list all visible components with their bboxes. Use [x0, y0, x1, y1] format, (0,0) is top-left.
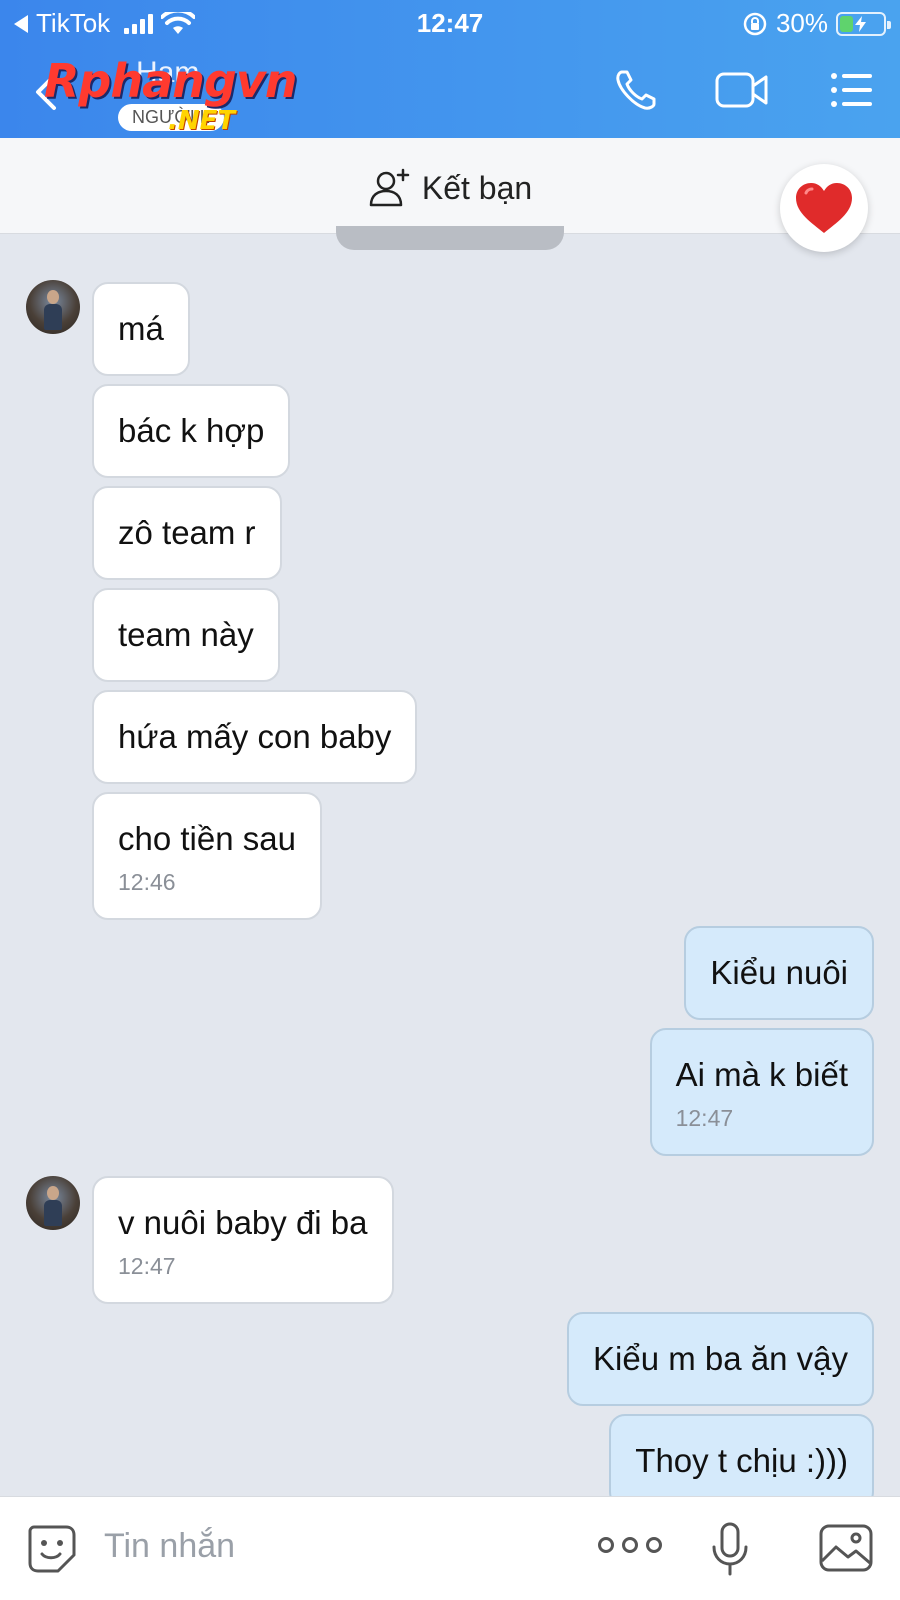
phone-icon[interactable] [612, 66, 660, 114]
message-bubble[interactable]: bác k hợp [92, 384, 291, 478]
watermark-brand: Rphangvn [44, 54, 298, 108]
message-bubble[interactable]: v nuôi baby đi ba 12:47 [92, 1176, 394, 1304]
message-text: Thoy t chịu :))) [635, 1442, 848, 1479]
message-text: Kiểu m ba ăn vậy [593, 1340, 848, 1377]
charging-bolt-icon [855, 15, 866, 32]
battery-percent: 30% [775, 8, 828, 38]
message-bubble[interactable]: cho tiền sau 12:46 [92, 792, 322, 920]
add-friend-button[interactable]: Kết bạn [0, 168, 900, 208]
message-input[interactable]: Tin nhắn [104, 1527, 235, 1566]
message-bubble[interactable]: Kiểu nuôi [684, 926, 874, 1020]
add-friend-bar[interactable]: Kết bạn [0, 138, 900, 234]
message-text: Ai mà k biết [675, 1056, 848, 1093]
message-text: má [118, 310, 164, 347]
message-bubble[interactable]: zô team r [92, 486, 282, 580]
date-divider [336, 226, 564, 250]
video-call-icon[interactable] [714, 66, 770, 114]
battery-icon [836, 11, 891, 36]
message-text: Kiểu nuôi [710, 954, 848, 991]
watermark-suffix: .NET [168, 106, 236, 136]
message-time: 12:47 [675, 1105, 734, 1131]
avatar[interactable] [26, 1176, 80, 1230]
sticker-icon[interactable] [26, 1523, 78, 1575]
chat-header: TikTok 12:47 30% Ham NGƯỜI L Rphangvn .N… [0, 0, 900, 138]
message-bubble[interactable]: Kiểu m ba ăn vậy [567, 1312, 874, 1406]
message-text: zô team r [118, 514, 256, 551]
message-text: team này [118, 616, 254, 653]
heart-icon [796, 183, 852, 233]
message-text: bác k hợp [118, 412, 265, 449]
more-icon[interactable] [598, 1537, 662, 1553]
status-right: 30% [742, 8, 891, 39]
avatar[interactable] [26, 280, 80, 334]
menu-list-icon[interactable] [828, 66, 876, 114]
add-friend-icon [369, 168, 410, 207]
message-bubble[interactable]: má [92, 282, 190, 376]
message-text: hứa mấy con baby [118, 718, 392, 755]
message-bubble[interactable]: Ai mà k biết 12:47 [649, 1028, 874, 1156]
image-icon[interactable] [818, 1523, 874, 1573]
add-friend-label: Kết bạn [421, 169, 533, 206]
watermark-logo: Rphangvn [44, 54, 298, 108]
message-input-bar: Tin nhắn [0, 1496, 900, 1600]
message-bubble[interactable]: Thoy t chịu :))) [609, 1414, 874, 1508]
heart-button[interactable] [780, 164, 868, 252]
microphone-icon[interactable] [710, 1521, 750, 1577]
message-text: cho tiền sau [118, 820, 296, 857]
message-time: 12:47 [118, 1253, 176, 1279]
status-bar: TikTok 12:47 30% [0, 0, 900, 46]
message-text: v nuôi baby đi ba [118, 1204, 368, 1241]
message-bubble[interactable]: hứa mấy con baby [92, 690, 418, 784]
rotation-lock-icon [743, 12, 767, 35]
message-time: 12:46 [118, 869, 176, 895]
message-bubble[interactable]: team này [92, 588, 280, 682]
